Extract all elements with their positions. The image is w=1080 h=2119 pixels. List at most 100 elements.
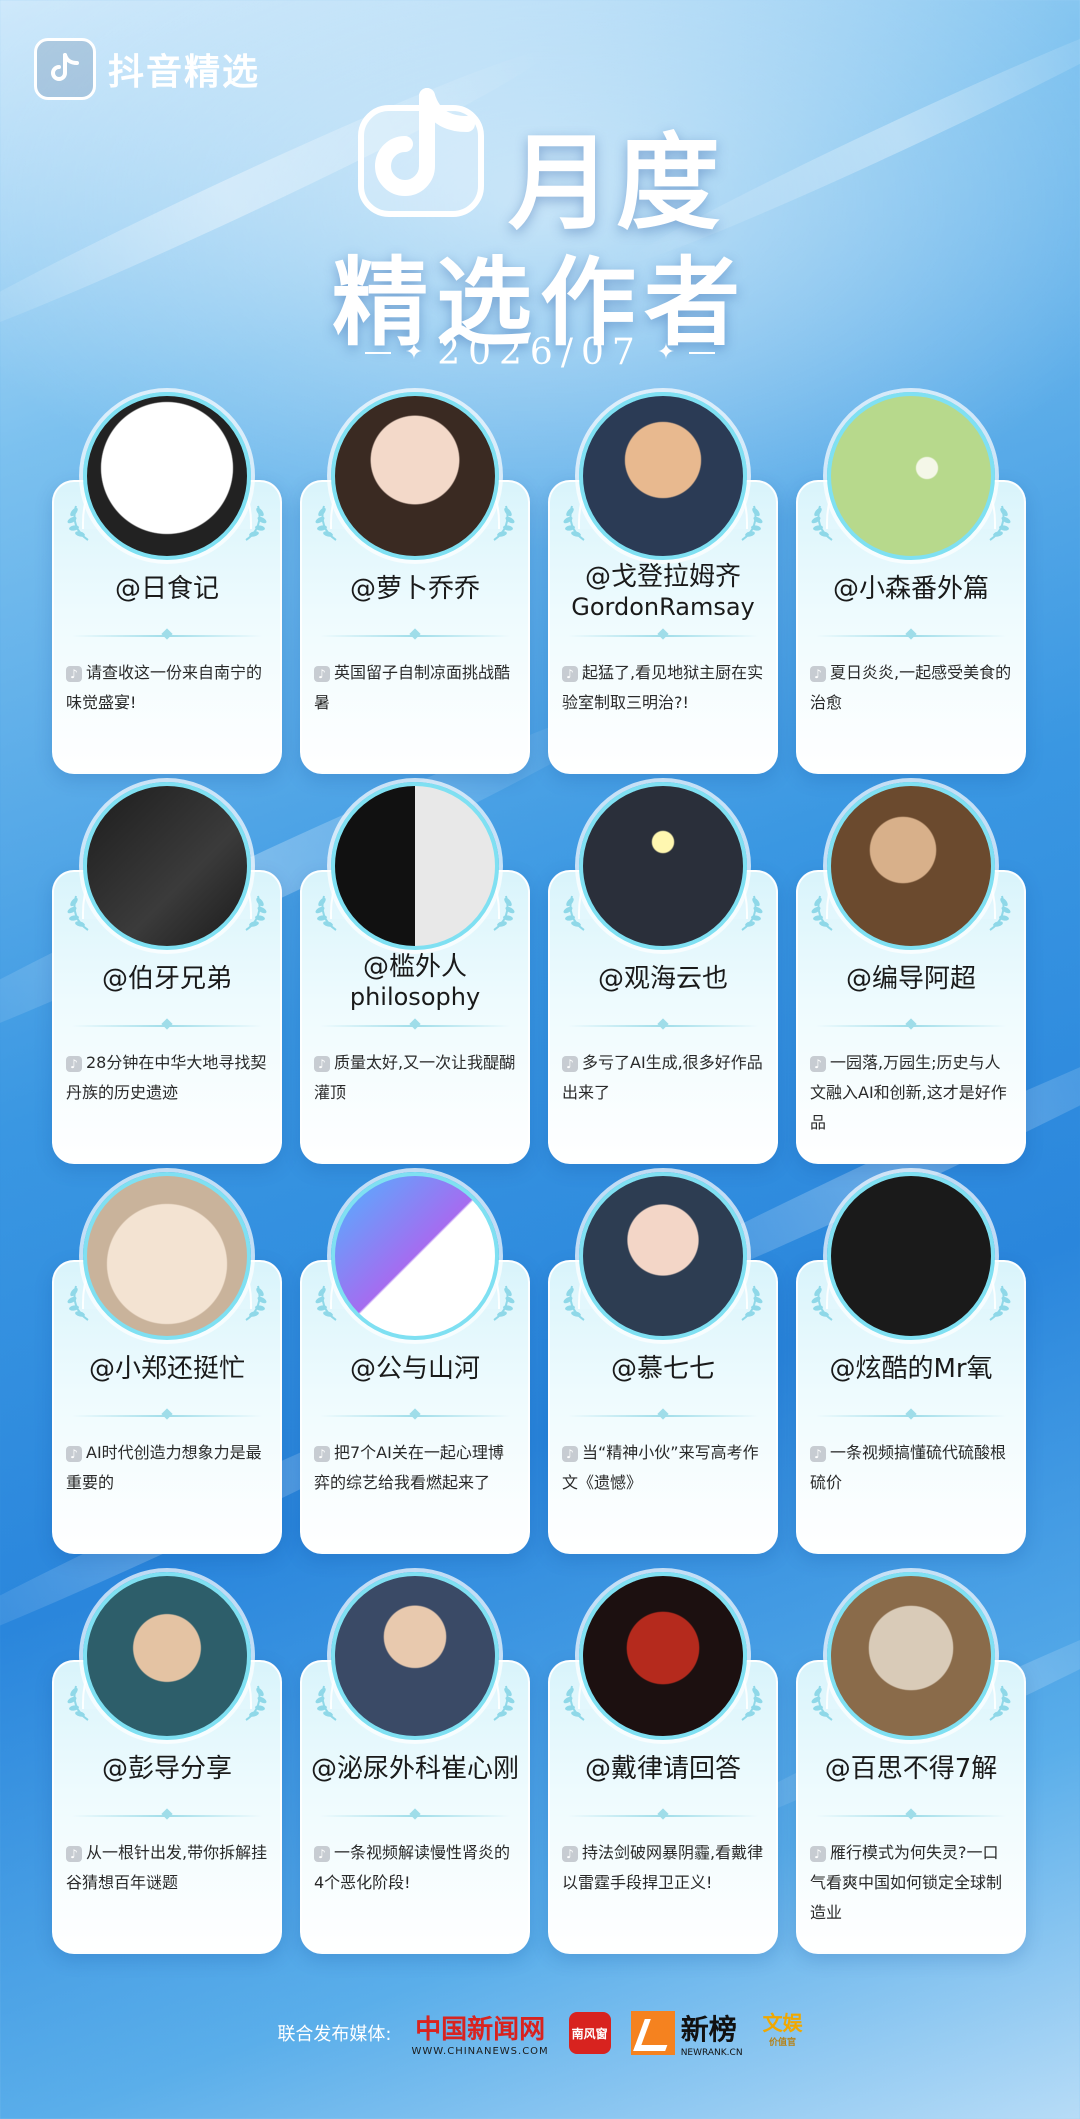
douyin-small-icon: ♪ (66, 665, 82, 682)
laurel-icon (734, 502, 764, 542)
author-name[interactable]: @戈登拉姆齐 GordonRamsay (550, 562, 776, 622)
author-name[interactable]: @戴律请回答 (550, 1754, 776, 1784)
avatar[interactable] (579, 392, 747, 560)
author-card[interactable]: @百思不得7解 ♪ 雁行模式为何失灵?一口气看爽中国如何锁定全球制造业 (796, 1572, 1026, 1954)
douyin-logo-icon (34, 38, 96, 100)
author-name[interactable]: @泌尿外科崔心刚 (302, 1754, 528, 1784)
author-card[interactable]: @炫酷的Mr氧 ♪ 一条视频搞懂硫代硫酸根硫价 (796, 1172, 1026, 1554)
divider (816, 628, 1006, 642)
douyin-small-icon: ♪ (810, 1445, 826, 1462)
douyin-small-icon: ♪ (810, 1055, 826, 1072)
author-card[interactable]: @公与山河 ♪ 把7个AI关在一起心理博弈的综艺给我看燃起来了 (300, 1172, 530, 1554)
laurel-icon (486, 1282, 516, 1322)
avatar[interactable] (827, 1572, 995, 1740)
author-desc: ♪ 多亏了AI生成,很多好作品出来了 (562, 1053, 763, 1102)
author-desc: ♪ 请查收这一份来自南宁的味觉盛宴! (66, 663, 263, 712)
author-desc: ♪ 夏日炎炎,一起感受美食的治愈 (810, 663, 1012, 712)
sparkle-icon: ✦ (656, 340, 676, 365)
laurel-icon (734, 1282, 764, 1322)
avatar[interactable] (83, 392, 251, 560)
author-name[interactable]: @萝卜乔乔 (302, 574, 528, 604)
douyin-small-icon: ♪ (66, 1445, 82, 1462)
avatar[interactable] (331, 1172, 499, 1340)
newrank-mark-icon (630, 2011, 675, 2055)
divider (816, 1408, 1006, 1422)
author-card[interactable]: @小森番外篇 ♪ 夏日炎炎,一起感受美食的治愈 (796, 392, 1026, 774)
avatar[interactable] (331, 782, 499, 950)
laurel-icon (810, 892, 840, 932)
douyin-small-icon: ♪ (562, 1445, 578, 1462)
author-name[interactable]: @观海云也 (550, 964, 776, 994)
author-name[interactable]: @日食记 (54, 574, 280, 604)
douyin-small-icon: ♪ (562, 1845, 578, 1862)
author-name[interactable]: @炫酷的Mr氧 (798, 1354, 1024, 1384)
divider (72, 1408, 262, 1422)
avatar[interactable] (579, 1172, 747, 1340)
author-name[interactable]: @编导阿超 (798, 964, 1024, 994)
douyin-small-icon: ♪ (810, 665, 826, 682)
author-desc: ♪ 一条视频搞懂硫代硫酸根硫价 (810, 1443, 1007, 1492)
douyin-small-icon: ♪ (66, 1845, 82, 1862)
chinanews-logo: 中国新闻网 WWW.CHINANEWS.COM (411, 2015, 549, 2057)
author-card[interactable]: @彭导分享 ♪ 从一根针出发,带你拆解挂谷猜想百年谜题 (52, 1572, 282, 1954)
author-name[interactable]: @公与山河 (302, 1354, 528, 1384)
avatar[interactable] (331, 392, 499, 560)
author-card[interactable]: @伯牙兄弟 ♪ 28分钟在中华大地寻找契丹族的历史遗迹 (52, 782, 282, 1164)
laurel-icon (314, 1682, 344, 1722)
avatar[interactable] (83, 782, 251, 950)
hero-date: 2026/07 (437, 332, 643, 373)
divider (320, 628, 510, 642)
author-card[interactable]: @慕七七 ♪ 当“精神小伙”来写高考作文《遗憾》 (548, 1172, 778, 1554)
douyin-small-icon: ♪ (314, 1055, 330, 1072)
douyin-small-icon: ♪ (810, 1845, 826, 1862)
laurel-icon (238, 892, 268, 932)
author-name[interactable]: @槛外人 philosophy (302, 952, 528, 1012)
avatar[interactable] (827, 1172, 995, 1340)
author-card[interactable]: @泌尿外科崔心刚 ♪ 一条视频解读慢性肾炎的4个恶化阶段! (300, 1572, 530, 1954)
brand: 抖音精选 (34, 38, 260, 100)
nanfengchuang-logo: 南风窗 (568, 2012, 611, 2054)
avatar[interactable] (331, 1572, 499, 1740)
author-card[interactable]: @日食记 ♪ 请查收这一份来自南宁的味觉盛宴! (52, 392, 282, 774)
laurel-icon (238, 1282, 268, 1322)
footer-media-row: 联合发布媒体: 中国新闻网 WWW.CHINANEWS.COM 南风窗 新榜 NE… (0, 2008, 1080, 2058)
avatar[interactable] (579, 782, 747, 950)
author-card[interactable]: @戴律请回答 ♪ 持法剑破网暴阴霾,看戴律以雷霆手段捍卫正义! (548, 1572, 778, 1954)
author-card[interactable]: @槛外人 philosophy ♪ 质量太好,又一次让我醍醐灌顶 (300, 782, 530, 1164)
laurel-icon (982, 1282, 1012, 1322)
avatar[interactable] (579, 1572, 747, 1740)
author-desc: ♪ 持法剑破网暴阴霾,看戴律以雷霆手段捍卫正义! (562, 1843, 764, 1892)
author-desc: ♪ 从一根针出发,带你拆解挂谷猜想百年谜题 (66, 1843, 268, 1892)
author-name[interactable]: @伯牙兄弟 (54, 964, 280, 994)
newrank-logo: 新榜 NEWRANK.CN (630, 2008, 743, 2058)
divider (320, 1808, 510, 1822)
author-name[interactable]: @彭导分享 (54, 1754, 280, 1784)
author-card[interactable]: @观海云也 ♪ 多亏了AI生成,很多好作品出来了 (548, 782, 778, 1164)
laurel-icon (734, 1682, 764, 1722)
douyin-note-icon (355, 78, 500, 218)
wenyu-logo: 文娱 价值官 (762, 2011, 803, 2048)
author-card[interactable]: @小郑还挺忙 ♪ AI时代创造力想象力是最重要的 (52, 1172, 282, 1554)
author-desc: ♪ 起猛了,看见地狱主厨在实验室制取三明治?! (562, 663, 764, 712)
author-card[interactable]: @萝卜乔乔 ♪ 英国留子自制凉面挑战酷暑 (300, 392, 530, 774)
avatar[interactable] (83, 1172, 251, 1340)
author-desc: ♪ 英国留子自制凉面挑战酷暑 (314, 663, 511, 712)
author-desc: ♪ 28分钟在中华大地寻找契丹族的历史遗迹 (66, 1053, 267, 1102)
author-name[interactable]: @小郑还挺忙 (54, 1354, 280, 1384)
laurel-icon (314, 1282, 344, 1322)
author-desc: ♪ 一条视频解读慢性肾炎的4个恶化阶段! (314, 1843, 511, 1892)
laurel-icon (486, 502, 516, 542)
douyin-small-icon: ♪ (562, 665, 578, 682)
avatar[interactable] (827, 392, 995, 560)
author-desc: ♪ 把7个AI关在一起心理博弈的综艺给我看燃起来了 (314, 1443, 504, 1492)
avatar[interactable] (83, 1572, 251, 1740)
divider (72, 1018, 262, 1032)
divider (568, 628, 758, 642)
author-name[interactable]: @小森番外篇 (798, 574, 1024, 604)
author-name[interactable]: @百思不得7解 (798, 1754, 1024, 1784)
author-name[interactable]: @慕七七 (550, 1354, 776, 1384)
author-card[interactable]: @编导阿超 ♪ 一园落,万园生;历史与人文融入AI和创新,这才是好作品 (796, 782, 1026, 1164)
avatar[interactable] (827, 782, 995, 950)
laurel-icon (562, 1682, 592, 1722)
author-card[interactable]: @戈登拉姆齐 GordonRamsay ♪ 起猛了,看见地狱主厨在实验室制取三明治?… (548, 392, 778, 774)
